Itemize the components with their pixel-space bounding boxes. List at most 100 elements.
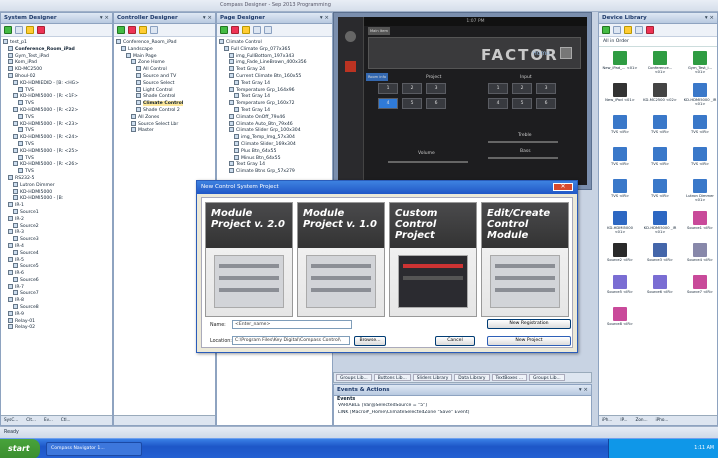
tree-item[interactable]: Climate Slider_169x304 (219, 140, 330, 148)
location-input[interactable]: C:\Program Files\Key Digital\Compass Con… (232, 336, 350, 345)
tree-item[interactable]: img_Temp_Img_57x304 (219, 134, 330, 141)
library-device[interactable]: TVS <IR> (642, 179, 678, 208)
add-icon[interactable] (602, 26, 610, 34)
keypad-button[interactable]: 2 (402, 83, 422, 94)
library-device[interactable]: TVS <IR> (642, 115, 678, 144)
tree-item[interactable]: Temperature Grp_164x96 (219, 86, 330, 94)
tree-item[interactable]: IR-2 (3, 215, 110, 223)
tree-item[interactable]: KD-HDMI5000 (3, 188, 110, 196)
library-device[interactable]: Source6 <IR> (642, 275, 678, 304)
tree-item[interactable]: Source and TV (116, 72, 213, 80)
keypad-button[interactable]: 4 (488, 98, 508, 109)
keypad-button[interactable]: 3 (426, 83, 446, 94)
add-icon[interactable] (220, 26, 228, 34)
library-device[interactable]: KD-HDMI5000 <01> (602, 211, 638, 240)
close-icon[interactable]: ✕ (553, 183, 573, 191)
record-icon[interactable] (345, 61, 356, 72)
gear-icon[interactable] (345, 31, 356, 42)
browse-button[interactable]: Browse... (354, 336, 386, 346)
tree-item[interactable]: TVS (3, 168, 110, 175)
tree-item[interactable]: Shade Control 2 (116, 106, 213, 114)
library-device[interactable]: New_iPod <01> (602, 83, 638, 112)
bottom-tab[interactable]: iPh... (599, 416, 615, 423)
folder-icon[interactable] (26, 26, 34, 34)
keypad-button[interactable]: 5 (512, 98, 532, 109)
add-icon[interactable] (4, 26, 12, 34)
bottom-tab[interactable]: SysC... (1, 416, 21, 423)
tree-item[interactable]: Bhoul-02 (3, 72, 110, 80)
tree-item[interactable]: Source1 (3, 208, 110, 216)
tree-item[interactable]: Full Climate Grp_077x365 (219, 45, 330, 53)
tree-item[interactable]: Text Gray 14 (219, 93, 330, 100)
edit-icon[interactable] (613, 26, 621, 34)
folder-icon[interactable] (624, 26, 632, 34)
tree-item[interactable]: Text Gray 14 (219, 79, 330, 87)
tree-item[interactable]: Minus Btn_64x55 (219, 154, 330, 162)
tree-item[interactable]: Text Gray 14 (219, 106, 330, 114)
tree-item[interactable]: Conference_Room_iPad (116, 39, 213, 46)
treble-slider[interactable] (488, 141, 558, 143)
tree-item[interactable]: img_FullBottom_197x343 (219, 52, 330, 60)
bottom-tab[interactable]: Ev... (41, 416, 56, 423)
tree-item[interactable]: Temperature Grp_160x72 (219, 100, 330, 107)
tree-item[interactable]: Source8 (3, 304, 110, 311)
keypad-button[interactable]: 4 (378, 98, 398, 109)
cancel-button[interactable]: Cancel (435, 336, 475, 346)
tree-item[interactable]: Climate OnOff_79x46 (219, 113, 330, 121)
library-tab[interactable]: Data Library (454, 374, 490, 381)
tile-edit-module[interactable]: Edit/Create Control Module (481, 202, 569, 317)
library-tab[interactable]: Sliders Library (412, 374, 453, 381)
library-device[interactable]: TVS <IR> (602, 179, 638, 208)
tree-item[interactable]: Climate Control (116, 100, 213, 107)
tree-item[interactable]: IR-4 (3, 242, 110, 250)
tree-item[interactable]: TVS (3, 154, 110, 162)
tree-item[interactable]: Current Climate Btn_160x55 (219, 72, 330, 80)
library-device[interactable]: Lutron Dimmer <01> (682, 179, 717, 208)
tree-item[interactable]: KD-HDMI5000 - [R: <1F> (3, 93, 110, 100)
tree-item[interactable]: Source4 (3, 249, 110, 257)
tree-item[interactable]: Zone Home (116, 59, 213, 66)
new-registration-button[interactable]: New Registration (487, 319, 571, 329)
events-tab[interactable]: Events (334, 396, 591, 403)
library-device[interactable]: KD-MC2500 <02> (642, 83, 678, 112)
tree-item[interactable]: IR-3 (3, 229, 110, 236)
library-device[interactable]: TVS <IR> (602, 147, 638, 176)
tree-item[interactable]: Source5 (3, 263, 110, 270)
keypad-button[interactable]: 5 (402, 98, 422, 109)
up-icon[interactable] (253, 26, 261, 34)
tree-item[interactable]: Light Control (116, 86, 213, 94)
tree-item[interactable]: Climate Auto_Btn_79x46 (219, 120, 330, 128)
panel-controls-icon[interactable]: ▾ × (203, 15, 212, 21)
volume-slider[interactable] (388, 161, 468, 163)
library-device[interactable]: Gym_Test_i... <01> (682, 51, 717, 80)
bottom-tab[interactable]: iPho... (653, 416, 672, 423)
down-icon[interactable] (264, 26, 272, 34)
tree-item[interactable]: KD-HDMI5000 - [B: (3, 195, 110, 202)
folder-icon[interactable] (242, 26, 250, 34)
library-device[interactable]: TVS <IR> (682, 115, 717, 144)
tree-item[interactable]: Master (116, 127, 213, 134)
taskbar-item[interactable]: Compass Navigator 1... (46, 442, 142, 456)
library-tab[interactable]: Buttons Lib... (373, 374, 411, 381)
tree-item[interactable]: KD-HDMI5000 - [R: <22> (3, 106, 110, 114)
home-icon[interactable] (560, 47, 572, 59)
tree-item[interactable]: Relay-02 (3, 324, 110, 331)
library-device[interactable]: Source8 <IR> (602, 307, 638, 336)
keypad-button[interactable]: 6 (536, 98, 556, 109)
tree-item[interactable]: KD-HDMI5000 - [R: <24> (3, 134, 110, 141)
folder-icon[interactable] (139, 26, 147, 34)
tree-item[interactable]: Source Select (116, 79, 213, 87)
tree-item[interactable]: Source Select Lbr (116, 120, 213, 128)
delete-icon[interactable] (128, 26, 136, 34)
tree-item[interactable]: Kom_iPad (3, 59, 110, 66)
tree-item[interactable]: Source6 (3, 276, 110, 284)
delete-icon[interactable] (37, 26, 45, 34)
tree-item[interactable]: IR-6 (3, 270, 110, 277)
add-icon[interactable] (117, 26, 125, 34)
tree-item[interactable]: KD-HDMI5000 - [R: <23> (3, 120, 110, 128)
bottom-tab[interactable]: Zon... (632, 416, 650, 423)
tree-item[interactable]: IR-7 (3, 283, 110, 291)
library-tab[interactable]: Groups Lib... (529, 374, 565, 381)
library-device[interactable]: TVS <IR> (602, 115, 638, 144)
tree-item[interactable]: IR-9 (3, 310, 110, 318)
